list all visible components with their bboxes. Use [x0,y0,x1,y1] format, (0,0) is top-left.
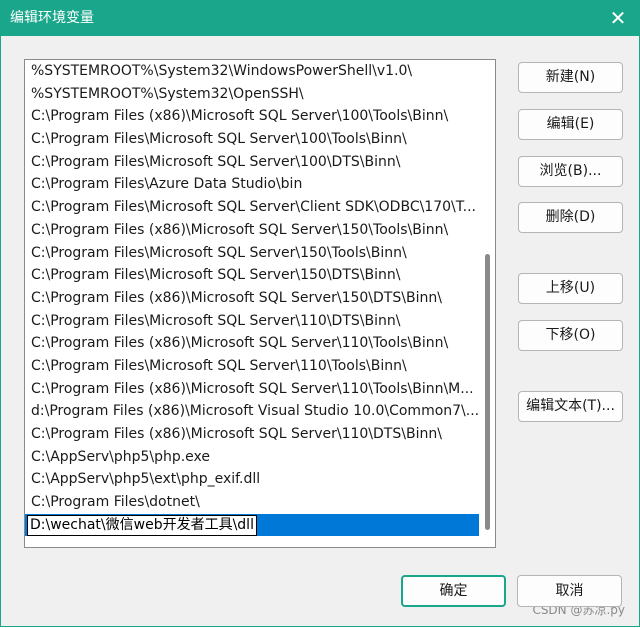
delete-button[interactable]: 删除(D) [518,202,623,233]
path-list-item[interactable]: C:\AppServ\php5\php.exe [25,446,479,469]
path-list-item[interactable]: C:\Program Files\Microsoft SQL Server\10… [25,128,479,151]
path-list-item[interactable]: C:\Program Files\Microsoft SQL Server\Cl… [25,196,479,219]
path-list-item[interactable]: C:\Program Files (x86)\Microsoft SQL Ser… [25,105,479,128]
edit-text-button[interactable]: 编辑文本(T)... [518,391,623,422]
path-list-item[interactable]: C:\Program Files\Microsoft SQL Server\15… [25,242,479,265]
path-list-item[interactable]: C:\Program Files\Microsoft SQL Server\10… [25,151,479,174]
path-list-item[interactable]: C:\Program Files\dotnet\ [25,491,479,514]
browse-button[interactable]: 浏览(B)... [518,156,623,187]
path-list-item-selected[interactable]: D:\wechat\微信web开发者工具\dll [25,513,479,537]
path-list-item[interactable]: C:\Program Files\Microsoft SQL Server\11… [25,355,479,378]
move-down-button[interactable]: 下移(O) [518,320,623,351]
path-list-item[interactable]: d:\Program Files (x86)\Microsoft Visual … [25,400,479,423]
path-list[interactable]: %SYSTEMROOT%\System32\WindowsPowerShell\… [24,59,496,548]
window-title: 编辑环境变量 [10,10,94,26]
path-list-item[interactable]: C:\Program Files (x86)\Microsoft SQL Ser… [25,423,479,446]
path-list-item[interactable]: C:\Program Files\Microsoft SQL Server\11… [25,310,479,333]
path-edit-input[interactable]: D:\wechat\微信web开发者工具\dll [27,514,257,536]
edit-button[interactable]: 编辑(E) [518,109,623,140]
move-up-button[interactable]: 上移(U) [518,273,623,304]
path-list-item[interactable]: %SYSTEMROOT%\System32\OpenSSH\ [25,83,479,106]
path-list-item[interactable]: C:\Program Files (x86)\Microsoft SQL Ser… [25,332,479,355]
dialog-body: %SYSTEMROOT%\System32\WindowsPowerShell\… [0,36,640,627]
title-bar: 编辑环境变量 ✕ [0,0,640,36]
path-list-items: %SYSTEMROOT%\System32\WindowsPowerShell\… [25,60,479,537]
scroll-thumb[interactable] [485,254,490,530]
path-list-item[interactable]: C:\Program Files (x86)\Microsoft SQL Ser… [25,378,479,401]
new-button[interactable]: 新建(N) [518,62,623,93]
path-list-item[interactable]: C:\Program Files (x86)\Microsoft SQL Ser… [25,287,479,310]
path-list-item[interactable]: %SYSTEMROOT%\System32\WindowsPowerShell\… [25,60,479,83]
path-list-item[interactable]: C:\AppServ\php5\ext\php_exif.dll [25,468,479,491]
close-icon[interactable]: ✕ [604,4,632,32]
vertical-scrollbar[interactable] [479,60,495,547]
path-list-item[interactable]: C:\Program Files\Azure Data Studio\bin [25,173,479,196]
path-list-item[interactable]: C:\Program Files\Microsoft SQL Server\15… [25,264,479,287]
cancel-button[interactable]: 取消 [517,575,622,607]
ok-button[interactable]: 确定 [401,575,506,607]
path-list-item[interactable]: C:\Program Files (x86)\Microsoft SQL Ser… [25,219,479,242]
